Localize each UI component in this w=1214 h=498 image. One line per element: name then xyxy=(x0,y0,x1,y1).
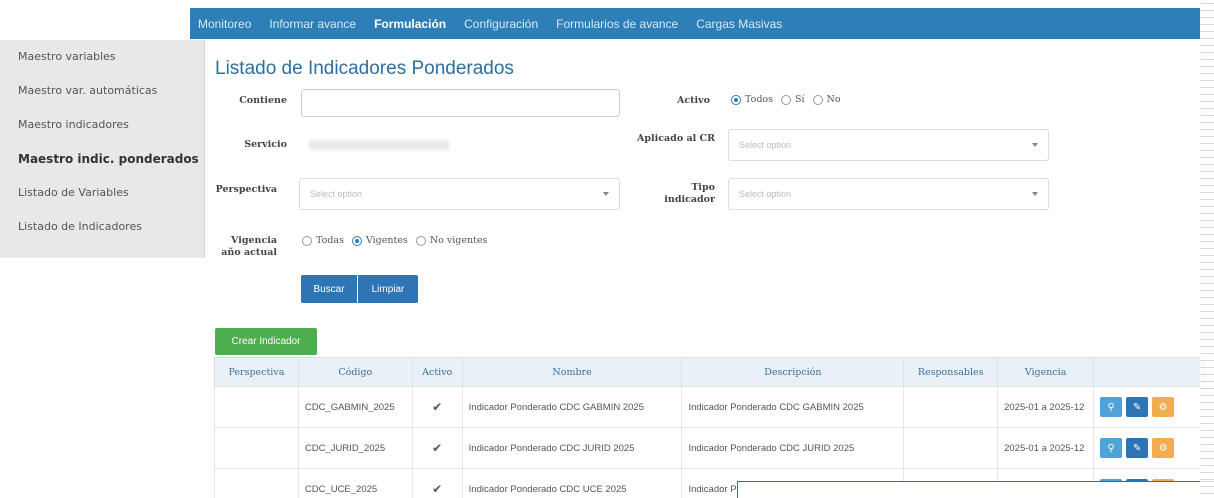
nav-configuracion[interactable]: Configuración xyxy=(464,17,538,31)
perspectiva-select[interactable]: Select option xyxy=(299,178,620,210)
sidebar-item-maestro-var-automaticas[interactable]: Maestro var. automáticas xyxy=(0,74,204,108)
vigencia-vigentes-label: Vigentes xyxy=(365,235,408,246)
gear-icon[interactable]: ⚙ xyxy=(1152,438,1175,458)
activo-todos-radio[interactable] xyxy=(731,94,741,105)
cell-perspectiva xyxy=(214,468,299,498)
contiene-input[interactable] xyxy=(301,89,620,117)
activo-todos-label: Todos xyxy=(745,94,773,105)
sidebar-item-maestro-indicadores[interactable]: Maestro indicadores xyxy=(0,108,204,142)
indicadores-table: Perspectiva Código Activo Nombre Descrip… xyxy=(214,357,1205,498)
check-icon: ✔ xyxy=(411,468,463,498)
col-nombre[interactable]: Nombre xyxy=(461,357,683,387)
sidebar-item-maestro-variables[interactable]: Maestro variables xyxy=(0,40,204,74)
aplicado-label: Aplicado al CR xyxy=(637,133,715,144)
perspectiva-placeholder: Select option xyxy=(310,189,363,199)
cell-nombre: Indicador Ponderado CDC UCE 2025 xyxy=(461,468,683,498)
servicio-value-redacted xyxy=(309,140,449,150)
vigencia-no-vigentes-radio[interactable] xyxy=(415,235,426,246)
cell-nombre: Indicador Ponderado CDC JURID 2025 xyxy=(461,427,683,469)
activo-no-label: No xyxy=(826,94,841,105)
col-codigo[interactable]: Código xyxy=(297,357,413,387)
col-responsables[interactable]: Responsables xyxy=(903,357,999,387)
buscar-button[interactable]: Buscar xyxy=(301,275,357,303)
activo-si-label: Sí xyxy=(795,94,805,105)
cell-actions: ⚲ ✎ ⚙ xyxy=(1093,427,1205,469)
vigencia-todas-radio[interactable] xyxy=(302,235,312,246)
sidebar-item-listado-indicadores[interactable]: Listado de Indicadores xyxy=(0,210,204,244)
nav-monitoreo[interactable]: Monitoreo xyxy=(198,17,251,31)
cell-descripcion: Indicador Ponderado CDC JURID 2025 xyxy=(681,427,905,469)
tipo-label: Tipo indicador xyxy=(664,182,715,205)
check-icon: ✔ xyxy=(411,386,463,428)
cell-nombre: Indicador Ponderado CDC GABMIN 2025 xyxy=(461,386,683,428)
crear-indicador-button[interactable]: Crear Indicador xyxy=(215,328,317,355)
nav-formulacion[interactable]: Formulación xyxy=(374,17,446,31)
vigencia-no-vigentes-label: No vigentes xyxy=(429,235,488,246)
page-title: Listado de Indicadores Ponderados xyxy=(215,58,514,79)
col-vigencia[interactable]: Vigencia xyxy=(997,357,1095,387)
limpiar-button[interactable]: Limpiar xyxy=(358,275,418,303)
overlay-panel xyxy=(737,481,1214,498)
main-content: Listado de Indicadores Ponderados Contie… xyxy=(205,40,1205,498)
search-icon[interactable]: ⚲ xyxy=(1100,438,1123,458)
cell-perspectiva xyxy=(214,427,299,469)
main-nav: Monitoreo Informar avance Formulación Co… xyxy=(190,8,1200,39)
edit-icon[interactable]: ✎ xyxy=(1126,397,1149,417)
vigencia-todas-label: Todas xyxy=(316,235,344,246)
col-acciones xyxy=(1093,357,1205,387)
vigencia-label: Vigencia año actual xyxy=(221,235,277,258)
chevron-down-icon xyxy=(1032,143,1038,147)
edit-icon[interactable]: ✎ xyxy=(1126,438,1149,458)
table-row: CDC_GABMIN_2025 ✔ Indicador Ponderado CD… xyxy=(214,386,1205,428)
sidebar-item-maestro-indic-ponderados[interactable]: Maestro indic. ponderados xyxy=(0,142,204,176)
perspectiva-label: Perspectiva xyxy=(215,184,277,195)
chevron-down-icon xyxy=(603,192,609,196)
col-activo[interactable]: Activo xyxy=(411,357,463,387)
activo-radio-group: Todos Sí No xyxy=(727,94,841,105)
search-icon[interactable]: ⚲ xyxy=(1100,397,1123,417)
vigencia-radio-group: Todas Vigentes No vigentes xyxy=(298,235,487,246)
activo-no-radio[interactable] xyxy=(812,94,823,105)
contiene-label: Contiene xyxy=(239,95,287,106)
vigencia-vigentes-radio[interactable] xyxy=(351,235,362,246)
col-descripcion[interactable]: Descripción xyxy=(681,357,905,387)
nav-formularios-avance[interactable]: Formularios de avance xyxy=(556,17,678,31)
cell-vigencia: 2025-01 a 2025-12 xyxy=(997,386,1095,428)
cell-actions: ⚲ ✎ ⚙ xyxy=(1093,386,1205,428)
sidebar: Maestro variables Maestro var. automátic… xyxy=(0,40,205,258)
gear-icon[interactable]: ⚙ xyxy=(1152,397,1175,417)
sidebar-item-listado-variables[interactable]: Listado de Variables xyxy=(0,176,204,210)
cell-codigo: CDC_UCE_2025 xyxy=(297,468,413,498)
table-row: CDC_JURID_2025 ✔ Indicador Ponderado CDC… xyxy=(214,427,1205,469)
top-bar: Monitoreo Informar avance Formulación Co… xyxy=(0,0,1200,42)
cell-vigencia: 2025-01 a 2025-12 xyxy=(997,427,1095,469)
table-header-row: Perspectiva Código Activo Nombre Descrip… xyxy=(214,357,1205,387)
activo-label: Activo xyxy=(676,95,710,106)
tipo-placeholder: Select option xyxy=(739,189,792,199)
check-icon: ✔ xyxy=(411,427,463,469)
cell-codigo: CDC_GABMIN_2025 xyxy=(297,386,413,428)
cell-perspectiva xyxy=(214,386,299,428)
tipo-select[interactable]: Select option xyxy=(728,178,1049,210)
aplicado-placeholder: Select option xyxy=(739,140,792,150)
nav-cargas-masivas[interactable]: Cargas Masivas xyxy=(696,17,782,31)
col-perspectiva[interactable]: Perspectiva xyxy=(214,357,299,387)
cell-codigo: CDC_JURID_2025 xyxy=(297,427,413,469)
activo-si-radio[interactable] xyxy=(781,94,791,105)
aplicado-select[interactable]: Select option xyxy=(728,129,1049,161)
servicio-label: Servicio xyxy=(244,139,287,150)
cell-responsables xyxy=(903,427,999,469)
cell-descripcion: Indicador Ponderado CDC GABMIN 2025 xyxy=(681,386,905,428)
torn-page-edge xyxy=(1200,0,1214,498)
nav-informar-avance[interactable]: Informar avance xyxy=(269,17,356,31)
chevron-down-icon xyxy=(1032,192,1038,196)
cell-responsables xyxy=(903,386,999,428)
